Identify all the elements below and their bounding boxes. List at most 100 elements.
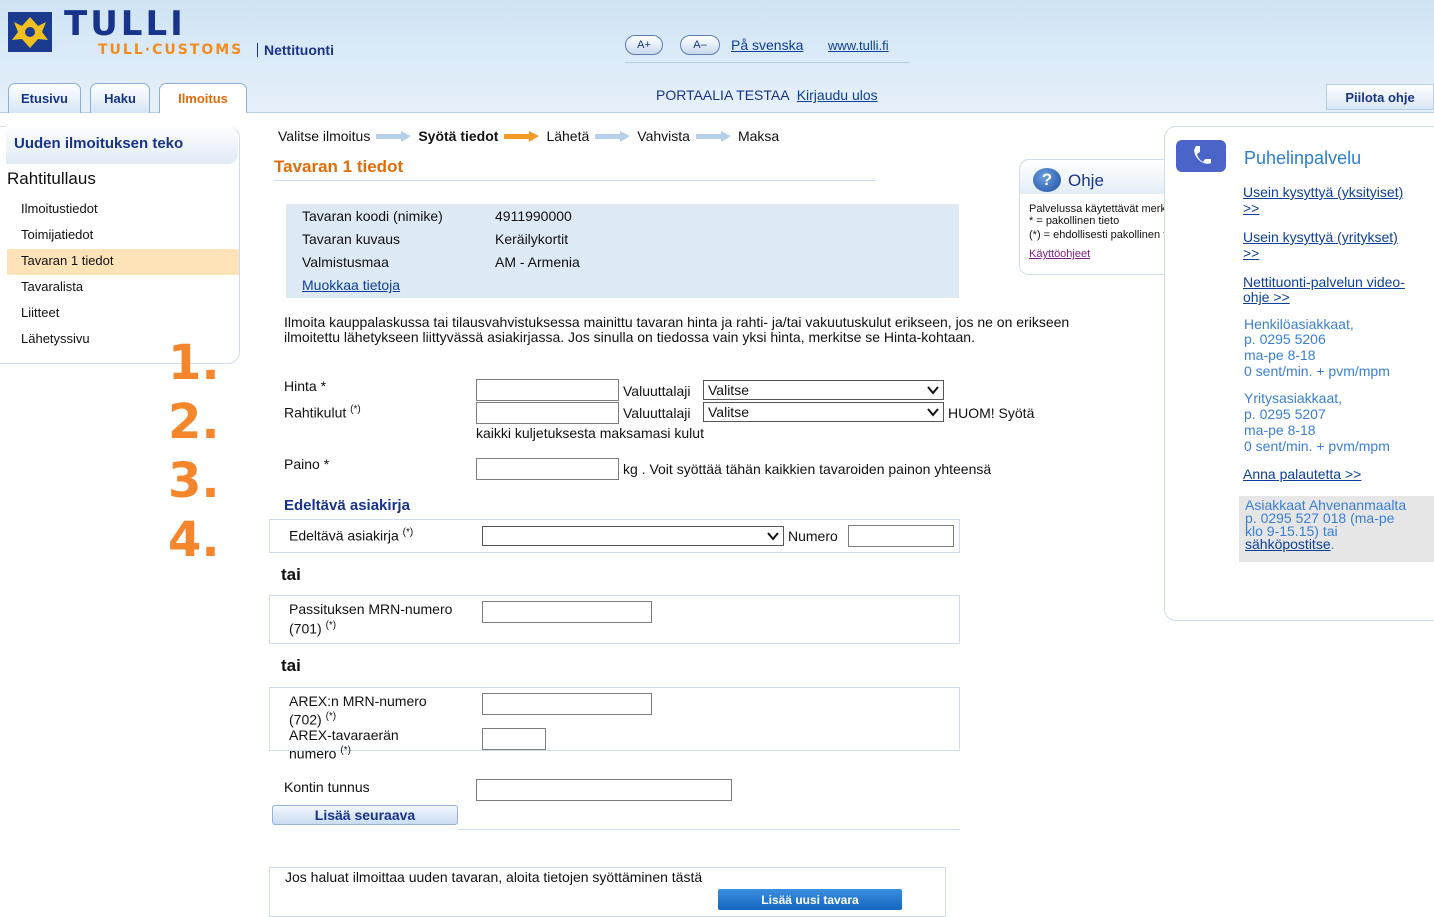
tulli-logo-text: TULLI <box>64 4 186 44</box>
sidebar-item-ilmoitustiedot[interactable]: Ilmoitustiedot <box>7 197 239 223</box>
phone-service-title: Puhelinpalvelu <box>1244 148 1362 168</box>
freight-note-continued: kaikki kuljetuksesta maksamasi kulut <box>476 425 704 441</box>
goods-description-label: Tavaran kuvaus <box>302 231 401 247</box>
price-currency-select[interactable]: Valitse <box>703 380 944 400</box>
font-bigger-button[interactable]: A+ <box>625 35 663 55</box>
faq-business-more-link[interactable]: >> <box>1243 246 1259 260</box>
video-guide-link[interactable]: Nettituonti-palvelun video- <box>1243 275 1405 289</box>
price-instructions: Ilmoita kauppalaskussa tai tilausvahvist… <box>284 314 1070 345</box>
document-number-input[interactable] <box>848 525 954 547</box>
arex-mrn-code: (702) (*) <box>289 711 336 728</box>
step-syota-tiedot: Syötä tiedot <box>418 128 499 144</box>
arex-mrn-code-text: (702) <box>289 711 322 728</box>
arex-item-input[interactable] <box>482 728 546 750</box>
price-input[interactable] <box>476 379 619 401</box>
header-divider <box>625 62 910 63</box>
add-new-goods-button[interactable]: Lisää uusi tavara <box>718 889 902 910</box>
faq-business-link[interactable]: Usein kysyttyä (yritykset) <box>1243 230 1398 244</box>
logo-separator <box>257 43 258 57</box>
logout-link[interactable]: Kirjaudu ulos <box>797 87 878 103</box>
transit-mrn-label: Passituksen MRN-numero <box>289 601 453 617</box>
help-text-2: * = pakollinen tieto <box>1029 215 1120 227</box>
sidebar-item-toimijatiedot[interactable]: Toimijatiedot <box>7 223 239 249</box>
sidebar-item-tavaralista[interactable]: Tavaralista <box>7 275 239 301</box>
freight-label: Rahtikulut (*) <box>284 404 361 421</box>
service-name: Nettituonti <box>264 42 334 58</box>
tab-ilmoitus[interactable]: Ilmoitus <box>159 83 247 113</box>
tab-etusivu[interactable]: Etusivu <box>8 83 81 113</box>
add-next-button[interactable]: Lisää seuraava <box>272 805 458 825</box>
business-customers-info: Yritysasiakkaat, <box>1244 390 1343 406</box>
document-number-label: Numero <box>788 528 838 544</box>
weight-input[interactable] <box>476 458 619 480</box>
previous-document-heading: Edeltävä asiakirja <box>284 497 410 514</box>
tab-haku[interactable]: Haku <box>90 83 150 113</box>
goods-description-value: Keräilykortit <box>495 231 569 247</box>
step-maksa: Maksa <box>737 128 780 144</box>
faq-private-more-link[interactable]: >> <box>1243 201 1259 215</box>
sidebar-item-liitteet[interactable]: Liitteet <box>7 301 239 327</box>
weight-label: Paino * <box>284 456 330 472</box>
tulli-emblem-icon <box>8 12 52 52</box>
container-input[interactable] <box>476 779 732 801</box>
lang-swedish-link[interactable]: På svenska <box>731 37 803 53</box>
sidebar-item-tavaran-1-tiedot[interactable]: Tavaran 1 tiedot <box>7 249 239 275</box>
conditional-mark: (*) <box>350 404 361 415</box>
edit-goods-link[interactable]: Muokkaa tietoja <box>302 277 400 293</box>
previous-document-label: Edeltävä asiakirja (*) <box>289 527 413 544</box>
price-currency-label: Valuuttalaji <box>623 383 691 399</box>
weight-note: kg . Voit syöttää tähän kaikkien tavaroi… <box>623 461 992 477</box>
freight-input[interactable] <box>476 402 619 424</box>
sidebar-title: Uuden ilmoituksen teko <box>6 126 238 164</box>
country-of-origin-value: AM - Armenia <box>495 254 580 270</box>
faq-private-link[interactable]: Usein kysyttyä (yksityiset) <box>1243 185 1403 199</box>
freight-note: HUOM! Syötä <box>948 405 1035 421</box>
aland-email-link[interactable]: sähköpostitse <box>1245 536 1331 552</box>
step-arrow-icon <box>376 131 412 142</box>
step-vahvista: Vahvista <box>637 128 690 144</box>
business-customers-price: 0 sent/min. + pvm/mpm <box>1244 438 1390 454</box>
chevron-down-icon <box>927 386 939 395</box>
transit-mrn-input[interactable] <box>482 601 652 623</box>
page-title: Tavaran 1 tiedot <box>274 157 404 176</box>
arex-item-label-2: numero (*) <box>289 745 351 762</box>
private-customers-phone: p. 0295 5206 <box>1244 331 1326 347</box>
help-question-icon: ? <box>1033 168 1061 192</box>
feedback-link[interactable]: Anna palautetta >> <box>1243 467 1361 481</box>
chevron-down-icon <box>767 532 779 541</box>
conditional-mark: (*) <box>402 527 414 538</box>
arex-mrn-input[interactable] <box>482 693 652 715</box>
step-laheta: Lähetä <box>546 128 590 144</box>
step-arrow-icon <box>695 131 732 142</box>
previous-document-select[interactable] <box>482 526 784 546</box>
new-goods-text: Jos haluat ilmoittaa uuden tavaran, aloi… <box>285 869 703 885</box>
conditional-mark: (*) <box>325 620 337 631</box>
header: TULLI TULL·CUSTOMS Nettituonti A+ A– På … <box>0 0 1434 113</box>
annotation-number-3: 3. <box>168 453 220 509</box>
transit-mrn-code-text: (701) <box>289 620 322 637</box>
freight-currency-select[interactable]: Valitse <box>703 402 944 422</box>
progress-steps: Valitse ilmoitus Syötä tiedot Lähetä Vah… <box>278 128 779 144</box>
font-smaller-button[interactable]: A– <box>680 35 720 55</box>
goods-code-label: Tavaran koodi (nimike) <box>302 208 443 224</box>
business-customers-phone: p. 0295 5207 <box>1244 406 1326 422</box>
step-valitse-ilmoitus: Valitse ilmoitus <box>278 128 371 144</box>
conditional-mark: (*) <box>325 711 337 722</box>
arex-item-label: AREX-tavaraerän <box>289 727 399 743</box>
help-text-3: (*) = ehdollisesti pakollinen tieto <box>1029 229 1185 241</box>
hide-help-button[interactable]: Piilota ohje <box>1326 84 1434 110</box>
previous-document-label-text: Edeltävä asiakirja <box>289 527 399 544</box>
price-label: Hinta * <box>284 378 327 394</box>
private-customers-price: 0 sent/min. + pvm/mpm <box>1244 363 1390 379</box>
user-manual-link[interactable]: Käyttöohjeet <box>1029 248 1090 260</box>
annotation-number-1: 1. <box>168 335 220 391</box>
add-next-divider <box>458 829 960 830</box>
tulli-site-link[interactable]: www.tulli.fi <box>828 38 889 53</box>
sidebar-section-title: Rahtitullaus <box>7 169 96 188</box>
transit-mrn-code: (701) (*) <box>289 620 336 637</box>
aland-period: . <box>1330 536 1335 552</box>
arex-item-label-2-text: numero <box>289 745 337 762</box>
help-title: Ohje <box>1068 171 1104 190</box>
annotation-number-4: 4. <box>168 512 220 568</box>
video-guide-link-2[interactable]: ohje >> <box>1243 290 1290 304</box>
